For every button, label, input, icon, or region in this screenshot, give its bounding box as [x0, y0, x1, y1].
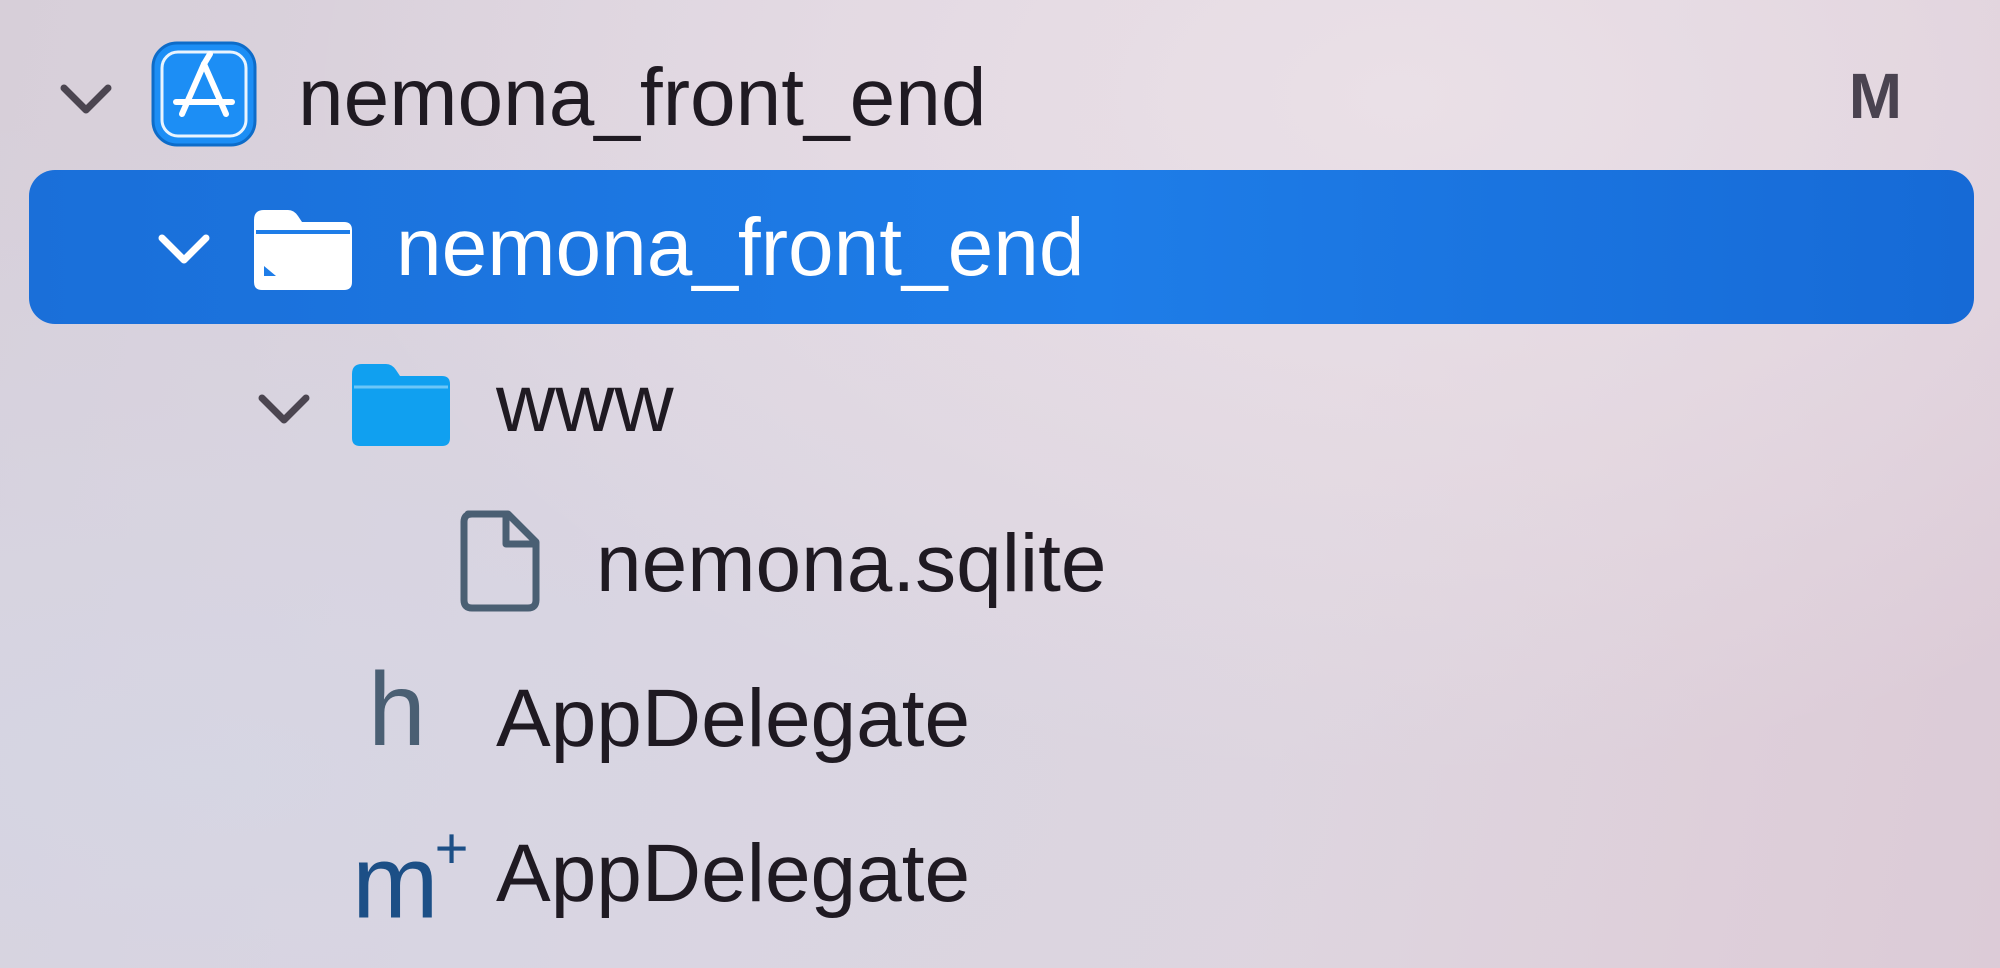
objc-file-label: AppDelegate — [496, 828, 971, 919]
project-label: nemona_front_end — [298, 52, 987, 143]
chevron-down-icon[interactable] — [56, 68, 116, 128]
sqlite-label: nemona.sqlite — [596, 518, 1107, 609]
chevron-down-icon[interactable] — [254, 378, 314, 438]
sqlite-file-row[interactable]: nemona.sqlite — [0, 490, 2000, 646]
header-file-row[interactable]: h AppDelegate — [0, 645, 2000, 801]
blue-folder-icon — [352, 364, 450, 446]
objc-glyph: m — [352, 824, 439, 941]
xcode-app-icon — [151, 41, 257, 147]
project-row[interactable]: nemona_front_end M — [0, 20, 2000, 176]
modified-badge: M — [1848, 60, 1902, 132]
objc-file-row[interactable]: m+ AppDelegate — [0, 800, 2000, 956]
project-navigator: nemona_front_end M nemona_front_end www — [0, 0, 2000, 968]
www-folder-row[interactable]: www — [0, 330, 2000, 486]
chevron-down-icon[interactable] — [154, 218, 214, 278]
www-label: www — [496, 358, 674, 449]
objc-glyph-plus: + — [434, 816, 469, 881]
document-icon — [460, 510, 540, 612]
objc-file-icon: m+ — [352, 808, 469, 938]
folder-icon — [254, 210, 352, 290]
header-file-icon: h — [368, 652, 426, 768]
group-label: nemona_front_end — [396, 202, 1085, 293]
header-file-label: AppDelegate — [496, 673, 971, 764]
group-row-selected[interactable]: nemona_front_end — [0, 170, 2000, 326]
